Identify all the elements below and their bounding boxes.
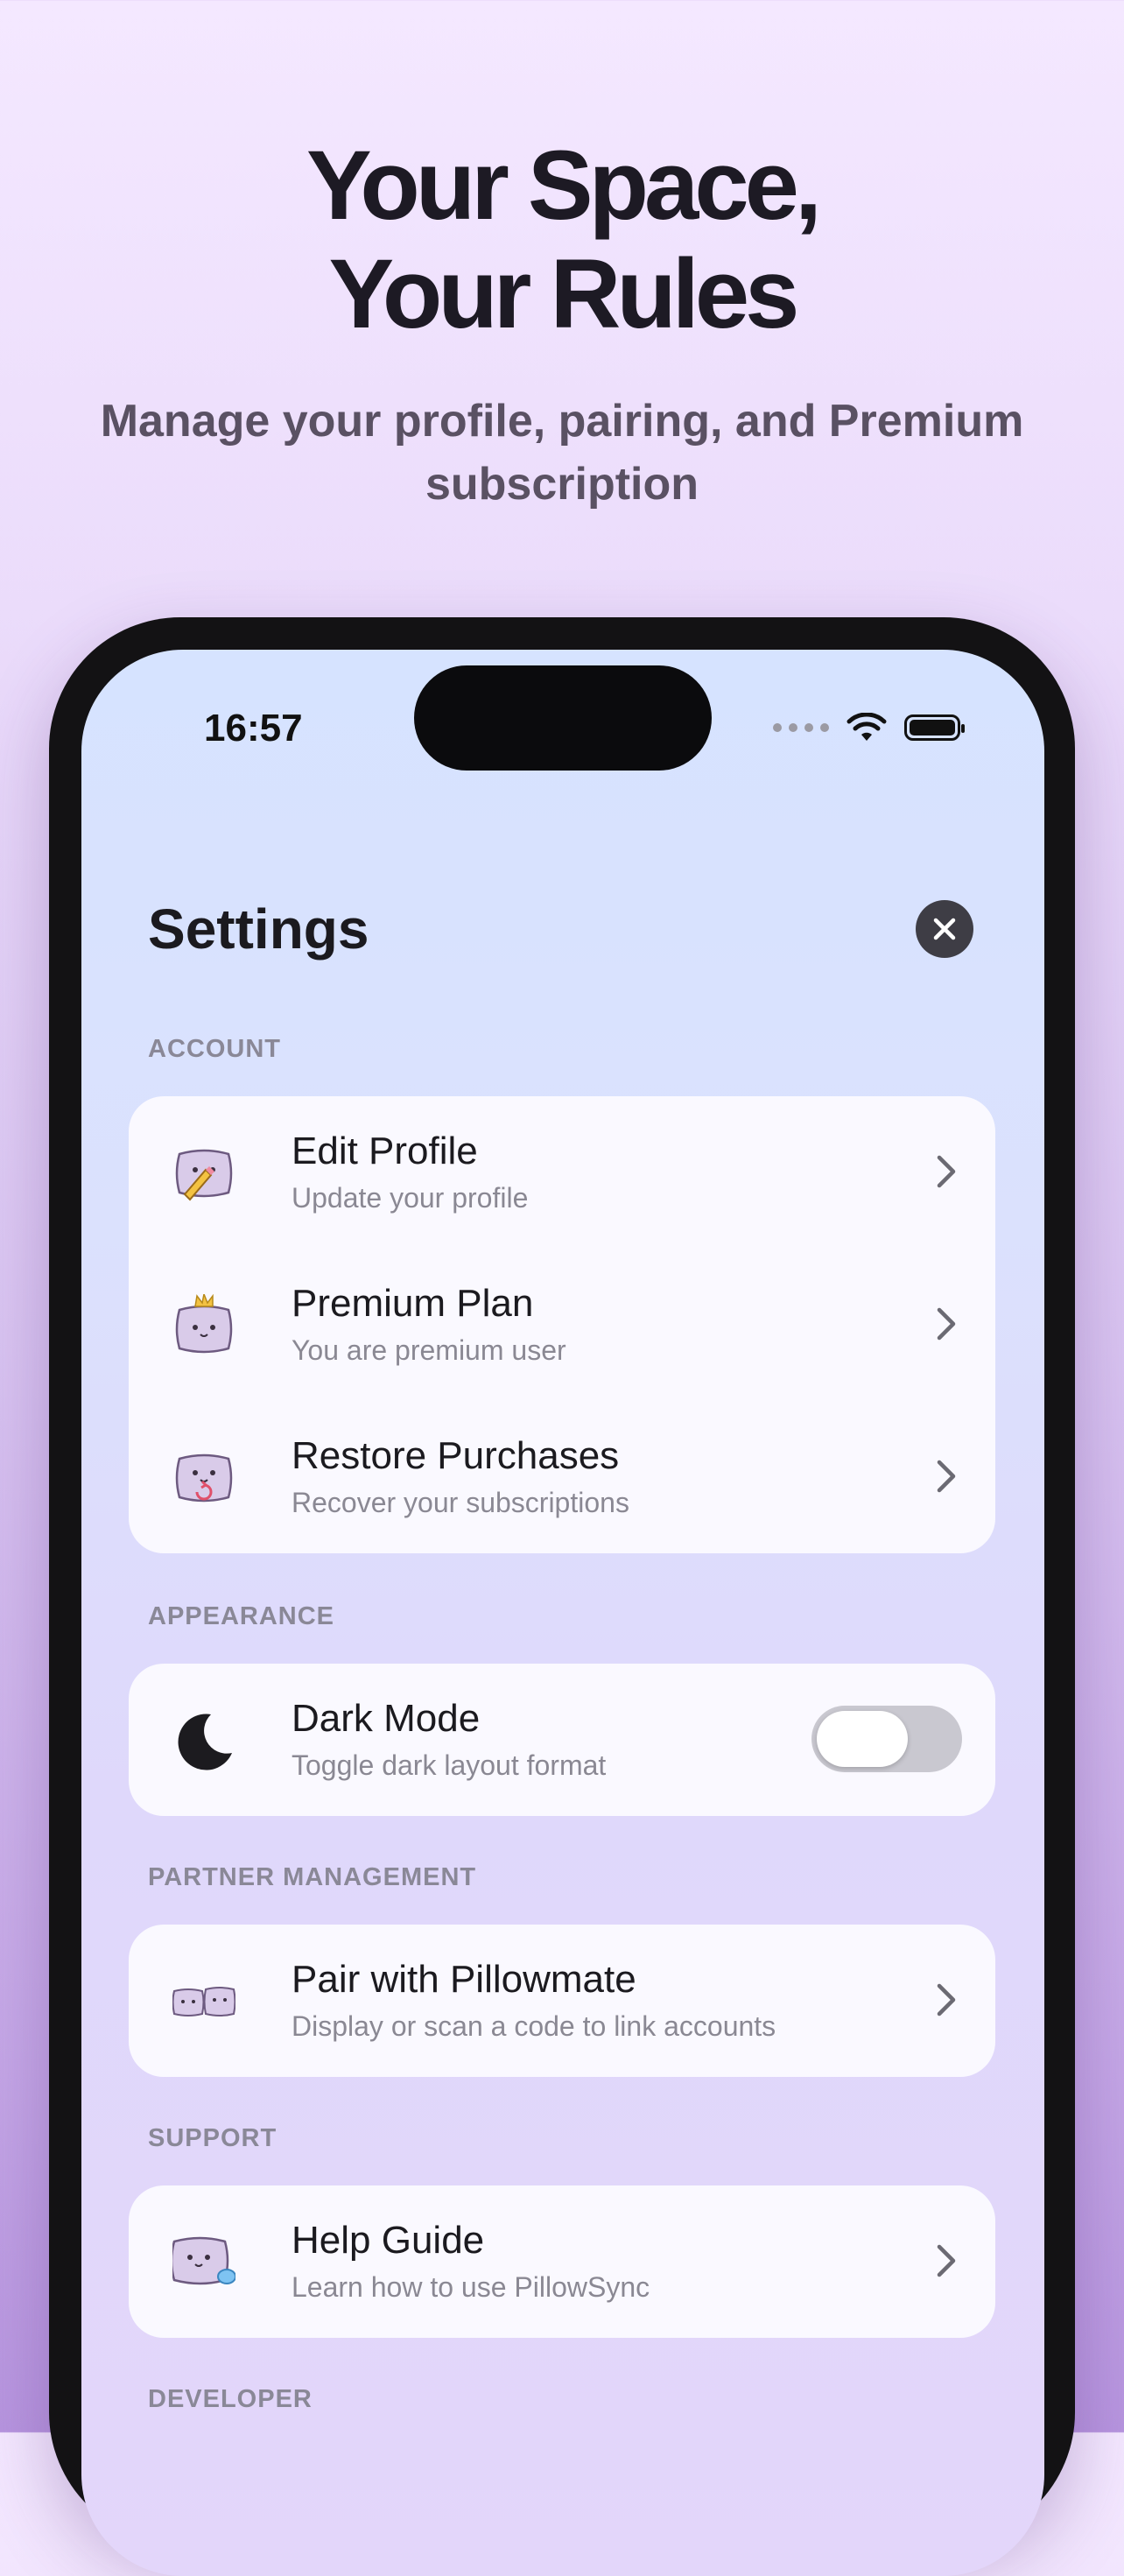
promo-title-line1: Your Space, xyxy=(306,130,822,240)
row-label: Pair with Pillowmate xyxy=(292,1958,636,2001)
settings-row-dark-mode: Dark Mode Toggle dark layout format xyxy=(129,1664,995,1816)
chevron-right-icon xyxy=(937,1307,956,1341)
partner-card: Pair with Pillowmate Display or scan a c… xyxy=(129,1925,995,2077)
phone-screen: 16:57 Settings ACCOUNT Edit Profile Upda… xyxy=(81,650,1044,2576)
pillow-pencil-icon xyxy=(175,1149,233,1201)
appearance-card: Dark Mode Toggle dark layout format xyxy=(129,1664,995,1816)
support-card: Help Guide Learn how to use PillowSync xyxy=(129,2185,995,2338)
row-label: Help Guide xyxy=(292,2219,485,2262)
settings-row-restore-purchases[interactable]: Restore Purchases Recover your subscript… xyxy=(129,1401,995,1553)
battery-icon xyxy=(904,714,965,741)
row-subtitle: Recover your subscriptions xyxy=(292,1487,629,1518)
settings-row-edit-profile[interactable]: Edit Profile Update your profile xyxy=(129,1096,995,1249)
row-label: Dark Mode xyxy=(292,1697,481,1740)
pillow-pair-icon xyxy=(172,1987,235,2016)
row-subtitle: Update your profile xyxy=(292,1182,529,1214)
settings-row-pair-pillowmate[interactable]: Pair with Pillowmate Display or scan a c… xyxy=(129,1925,995,2077)
row-label: Edit Profile xyxy=(292,1130,478,1172)
moon-icon xyxy=(178,1714,232,1770)
row-subtitle: You are premium user xyxy=(292,1334,566,1366)
page-title: Settings xyxy=(148,897,369,961)
section-label-appearance: APPEARANCE xyxy=(148,1602,335,1630)
section-label-support: SUPPORT xyxy=(148,2124,277,2152)
close-button[interactable] xyxy=(916,900,973,958)
settings-row-premium-plan[interactable]: Premium Plan You are premium user xyxy=(129,1249,995,1401)
dark-mode-toggle[interactable] xyxy=(811,1706,962,1772)
pillow-help-icon xyxy=(172,2236,235,2285)
row-subtitle: Display or scan a code to link accounts xyxy=(292,2010,776,2042)
close-icon xyxy=(933,918,956,940)
section-label-partner: PARTNER MANAGEMENT xyxy=(148,1863,477,1891)
section-label-developer: DEVELOPER xyxy=(148,2385,313,2413)
row-subtitle: Learn how to use PillowSync xyxy=(292,2271,650,2303)
pillow-restore-icon xyxy=(175,1453,233,1503)
toggle-knob xyxy=(817,1711,908,1767)
status-icons xyxy=(773,713,965,743)
promo-subtitle: Manage your profile, pairing, and Premiu… xyxy=(100,396,1024,510)
section-label-account: ACCOUNT xyxy=(148,1035,281,1063)
chevron-right-icon xyxy=(937,2244,956,2277)
row-subtitle: Toggle dark layout format xyxy=(292,1749,607,1781)
chevron-right-icon xyxy=(937,1983,956,2016)
promo-title: Your Space, Your Rules xyxy=(0,131,1124,348)
status-time: 16:57 xyxy=(204,707,303,750)
pillow-crown-icon xyxy=(175,1294,233,1354)
chevron-right-icon xyxy=(937,1460,956,1493)
promo-title-line2: Your Rules xyxy=(328,239,800,348)
wifi-icon xyxy=(847,713,887,741)
chevron-right-icon xyxy=(937,1155,956,1188)
signal-dots-icon xyxy=(773,723,829,732)
dynamic-island xyxy=(414,665,712,771)
row-label: Restore Purchases xyxy=(292,1434,620,1477)
settings-row-help-guide[interactable]: Help Guide Learn how to use PillowSync xyxy=(129,2185,995,2338)
row-label: Premium Plan xyxy=(292,1282,534,1325)
account-card: Edit Profile Update your profile Premium… xyxy=(129,1096,995,1553)
